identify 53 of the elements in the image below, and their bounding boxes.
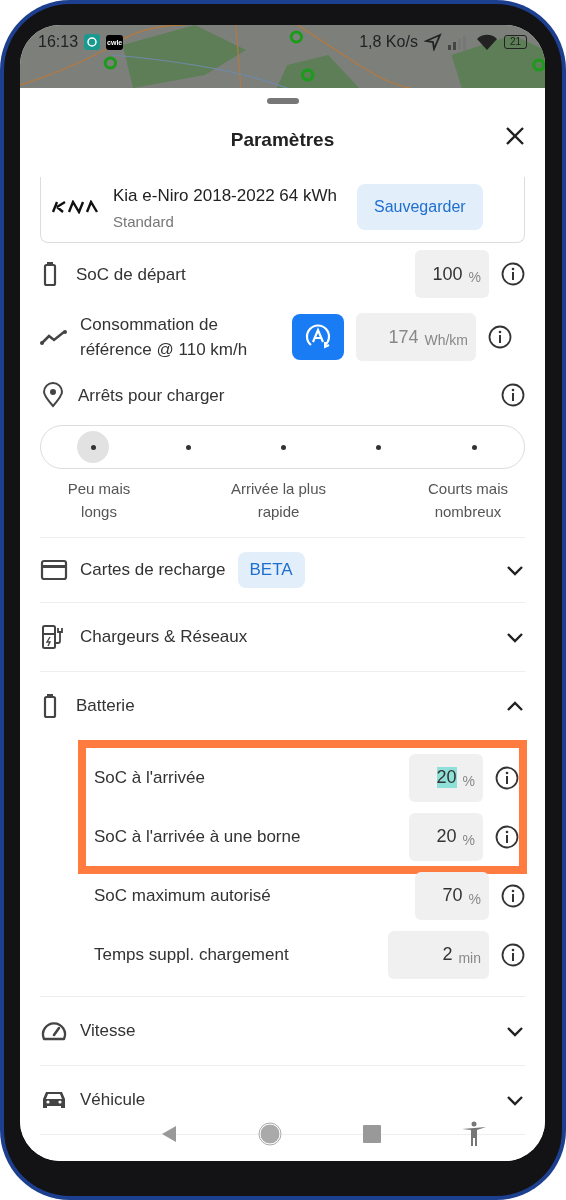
setting-label: SoC maximum autorisé (94, 885, 272, 907)
battery-status-icon: 21 (503, 35, 527, 49)
setting-label: Consommation de référence @ 110 km/h (80, 314, 249, 361)
network-speed: 1,8 Ko/s (359, 33, 418, 51)
car-brand-logo-icon (51, 199, 99, 214)
speedometer-icon (40, 1019, 68, 1043)
back-icon[interactable] (160, 1124, 179, 1144)
vehicle-card[interactable]: Kia e-Niro 2018-2022 64 kWh Standard Sauvegarder (40, 177, 525, 243)
sheet-title: Paramètres (230, 129, 335, 151)
info-icon[interactable] (501, 883, 525, 908)
chevron-down-icon[interactable] (505, 1093, 525, 1107)
info-icon[interactable] (495, 824, 519, 849)
trend-line-icon (40, 327, 68, 347)
chevron-down-icon[interactable] (505, 630, 525, 644)
location-arrow-icon (423, 33, 442, 51)
vehicle-name: Kia e-Niro 2018-2022 64 kWh (113, 185, 338, 207)
number-input-field[interactable]: 2 min (388, 930, 489, 979)
info-icon[interactable] (488, 325, 512, 349)
chevron-down-icon[interactable] (505, 1024, 525, 1038)
number-input-field[interactable]: 20 % (409, 753, 483, 802)
info-icon[interactable] (501, 942, 525, 967)
section-title[interactable]: Batterie (76, 696, 135, 716)
setting-label: Temps suppl. chargement (94, 944, 290, 966)
slider-caption: Courts mais nombreux (427, 479, 509, 522)
number-input-field[interactable]: 100 % (415, 250, 489, 298)
setting-label: Arrêts pour charger (78, 384, 226, 407)
setting-label: SoC de départ (76, 263, 187, 286)
chevron-up-icon[interactable] (505, 699, 525, 713)
auto-button[interactable] (292, 314, 344, 360)
chevron-down-icon[interactable] (505, 563, 525, 577)
drag-handle[interactable] (266, 98, 299, 104)
section-title[interactable]: Cartes de recharge (80, 560, 226, 580)
credit-card-icon (40, 559, 68, 581)
section-title[interactable]: Chargeurs & Réseaux (80, 627, 248, 647)
vehicle-variant: Standard (113, 213, 175, 230)
slider-caption: Arrivée la plus rapide (230, 479, 327, 522)
section-title[interactable]: Vitesse (80, 1021, 136, 1041)
info-icon[interactable] (495, 765, 519, 790)
wifi-icon (475, 34, 498, 50)
location-pin-icon (40, 382, 66, 408)
beta-tag: BETA (237, 552, 305, 588)
slider-stop[interactable] (77, 431, 109, 463)
slider-caption: Peu mais longs (66, 479, 132, 522)
save-button[interactable]: Sauvegarder (357, 183, 483, 230)
clock: 16:13 (38, 33, 79, 51)
setting-label: SoC à l'arrivée (94, 767, 206, 789)
info-icon[interactable] (501, 262, 525, 286)
section-title[interactable]: Véhicule (80, 1090, 146, 1110)
setting-label: SoC à l'arrivée à une borne (94, 826, 302, 848)
number-input-field[interactable]: 20 % (409, 812, 483, 861)
number-input-field[interactable]: 70 % (415, 871, 489, 920)
info-icon[interactable] (501, 383, 525, 407)
app-notification-icon (84, 34, 101, 50)
